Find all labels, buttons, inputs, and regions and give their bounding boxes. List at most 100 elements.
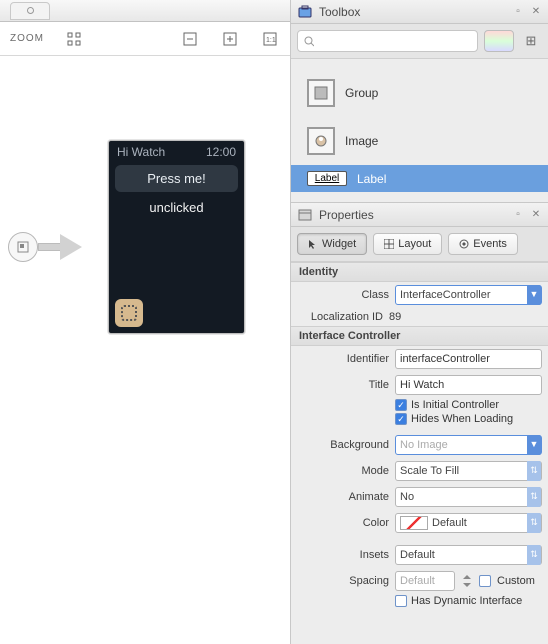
entry-point-arrow[interactable]: [8, 232, 82, 262]
browser-tab[interactable]: [10, 2, 50, 20]
design-canvas[interactable]: Hi Watch 12:00 Press me! unclicked: [0, 56, 290, 644]
chevron-updown-icon: ⇅: [527, 513, 541, 533]
properties-tabs: Widget Layout Events: [291, 227, 548, 262]
section-controller: Interface Controller: [291, 326, 548, 346]
color-swatch-icon: [400, 516, 428, 530]
toolbox-search[interactable]: [297, 30, 478, 52]
prop-row-mode: Mode Scale To Fill⇅: [291, 458, 548, 484]
checkbox-icon: [395, 595, 407, 607]
checkbox-checked-icon: ✓: [395, 413, 407, 425]
chk-hides[interactable]: ✓ Hides When Loading: [291, 412, 548, 426]
watch-status-bar: Hi Watch 12:00: [109, 141, 244, 161]
toolbox-item-group[interactable]: Group: [291, 69, 548, 117]
chk-is-initial[interactable]: ✓Is Initial Controller: [291, 398, 548, 412]
events-icon: [459, 239, 469, 249]
toolbox-item-label: Image: [345, 134, 378, 148]
properties-panel: Properties ▫ ✕ Widget Layout Events Iden…: [291, 202, 548, 644]
color-combo[interactable]: Default⇅: [395, 513, 542, 533]
panel-minimize-icon[interactable]: ▫: [512, 209, 524, 221]
label-icon: Label: [307, 171, 347, 186]
toolbox-item-label[interactable]: Label Label: [291, 165, 548, 192]
search-icon: [304, 36, 314, 47]
svg-text:1:1: 1:1: [266, 37, 276, 44]
entry-point-circle-icon: [8, 232, 38, 262]
prop-label: Background: [297, 439, 389, 451]
toolbox-category-button[interactable]: [484, 30, 514, 52]
prop-label: Spacing: [297, 575, 389, 587]
spacing-value: Default: [400, 575, 435, 587]
window-tab-bar: [0, 0, 290, 22]
background-value: No Image: [400, 439, 527, 451]
fit-screen-icon[interactable]: [64, 29, 84, 49]
insets-value: Default: [400, 549, 527, 561]
checkbox-icon[interactable]: [479, 575, 491, 587]
zoom-out-icon[interactable]: [180, 29, 200, 49]
actual-size-icon[interactable]: 1:1: [260, 29, 280, 49]
watch-button[interactable]: Press me!: [115, 165, 238, 192]
tab-layout-label: Layout: [398, 238, 431, 250]
identifier-field[interactable]: interfaceController: [395, 349, 542, 369]
background-combo[interactable]: No Image▼: [395, 435, 542, 455]
tab-layout[interactable]: Layout: [373, 233, 442, 255]
toolbox-search-row: ⊞: [291, 24, 548, 59]
chk-label: Hides When Loading: [411, 413, 513, 425]
watch-title: Hi Watch: [117, 145, 165, 159]
watch-label[interactable]: unclicked: [109, 196, 244, 215]
watch-button-label: Press me!: [147, 171, 206, 186]
properties-header: Properties ▫ ✕: [291, 203, 548, 227]
prop-row-spacing: Spacing Default Custom: [291, 568, 548, 594]
insets-combo[interactable]: Default⇅: [395, 545, 542, 565]
prop-label: Class: [297, 289, 389, 301]
animate-combo[interactable]: No⇅: [395, 487, 542, 507]
prop-label: Mode: [297, 465, 389, 477]
group-icon: [307, 79, 335, 107]
chk-dynamic[interactable]: Has Dynamic Interface: [291, 594, 548, 608]
toolbox-item-label: Group: [345, 86, 378, 100]
toolbox-item-label-text: Label: [357, 172, 386, 186]
animate-value: No: [400, 491, 527, 503]
class-value: InterfaceController: [400, 289, 527, 301]
prop-row-color: Color Default⇅: [291, 510, 548, 536]
mode-value: Scale To Fill: [400, 465, 527, 477]
toolbox-view-mode-icon[interactable]: ⊞: [520, 30, 542, 52]
toolbox-title: Toolbox: [319, 5, 506, 19]
zoom-in-icon[interactable]: [220, 29, 240, 49]
prop-label: Localization ID: [291, 311, 383, 323]
watch-placeholder-icon[interactable]: [115, 299, 143, 327]
chevron-updown-icon: ⇅: [527, 487, 541, 507]
toolbox-header: Toolbox ▫ ✕: [291, 0, 548, 24]
title-value: Hi Watch: [400, 379, 444, 391]
chevron-down-icon: ▼: [527, 285, 541, 305]
prop-row-class: Class InterfaceController▼: [291, 282, 548, 308]
section-identity: Identity: [291, 262, 548, 282]
spacing-field[interactable]: Default: [395, 571, 455, 591]
chk-label: Has Dynamic Interface: [411, 595, 522, 607]
tab-close-icon[interactable]: [27, 7, 34, 14]
toolbox-list: Group Image Label Label: [291, 59, 548, 202]
panel-close-icon[interactable]: ✕: [530, 209, 542, 221]
toolbox-item-image[interactable]: Image: [291, 117, 548, 165]
prop-row-title: Title Hi Watch: [291, 372, 548, 398]
prop-label: Animate: [297, 491, 389, 503]
toolbox-search-input[interactable]: [318, 34, 471, 48]
panel-minimize-icon[interactable]: ▫: [512, 6, 524, 18]
panel-close-icon[interactable]: ✕: [530, 6, 542, 18]
mode-combo[interactable]: Scale To Fill⇅: [395, 461, 542, 481]
prop-row-animate: Animate No⇅: [291, 484, 548, 510]
chk-label: Is Initial Controller: [411, 399, 499, 411]
chevron-updown-icon: ⇅: [527, 461, 541, 481]
tab-widget-label: Widget: [322, 238, 356, 250]
title-field[interactable]: Hi Watch: [395, 375, 542, 395]
stepper-icon[interactable]: [461, 572, 473, 590]
watch-footer: [109, 293, 244, 333]
tab-widget[interactable]: Widget: [297, 233, 367, 255]
custom-label: Custom: [497, 575, 535, 587]
prop-row-locid: Localization ID 89: [291, 308, 548, 326]
image-icon: [307, 127, 335, 155]
chevron-updown-icon: ⇅: [527, 545, 541, 565]
prop-row-identifier: Identifier interfaceController: [291, 346, 548, 372]
tab-events[interactable]: Events: [448, 233, 518, 255]
class-combo[interactable]: InterfaceController▼: [395, 285, 542, 305]
watch-interface-preview[interactable]: Hi Watch 12:00 Press me! unclicked: [108, 140, 245, 334]
properties-title: Properties: [319, 208, 506, 222]
